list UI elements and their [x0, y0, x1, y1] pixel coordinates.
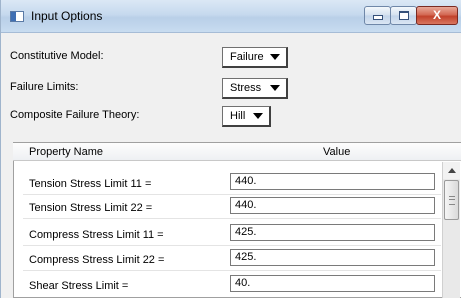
- property-name: Tension Stress Limit 11 =: [29, 178, 152, 190]
- property-name: Shear Stress Limit =: [29, 280, 129, 292]
- constitutive-model-value: Failure: [230, 51, 264, 63]
- scroll-up-arrow-icon[interactable]: [443, 162, 460, 179]
- column-header-value[interactable]: Value: [323, 146, 350, 158]
- composite-failure-theory-dropdown[interactable]: Hill: [222, 106, 271, 127]
- maximize-button[interactable]: [390, 6, 417, 25]
- property-value-field[interactable]: 440.: [230, 173, 435, 190]
- property-name: Compress Stress Limit 22 =: [29, 254, 165, 266]
- window-title: Input Options: [31, 9, 103, 23]
- failure-limits-dropdown[interactable]: Stress: [222, 78, 288, 99]
- row-divider: [23, 218, 441, 219]
- property-value-field[interactable]: 425.: [230, 224, 435, 241]
- close-icon: X: [432, 8, 441, 22]
- property-value-field[interactable]: 40.: [230, 275, 435, 292]
- title-bar[interactable]: Input Options X: [1, 0, 461, 33]
- maximize-icon: [398, 10, 409, 20]
- failure-limits-label: Failure Limits:: [10, 81, 79, 93]
- row-divider: [23, 194, 441, 195]
- row-divider: [23, 270, 441, 271]
- chevron-down-icon: [253, 113, 263, 119]
- table-header: Property Name Value: [13, 143, 461, 161]
- composite-failure-theory-value: Hill: [230, 110, 246, 122]
- vertical-scrollbar[interactable]: [442, 162, 460, 298]
- property-name: Tension Stress Limit 22 =: [29, 202, 153, 214]
- failure-limits-value: Stress: [230, 82, 262, 94]
- constitutive-model-label: Constitutive Model:: [10, 50, 104, 62]
- constitutive-model-dropdown[interactable]: Failure: [222, 47, 288, 68]
- row-divider: [23, 245, 441, 246]
- minimize-icon: [372, 15, 383, 21]
- property-value-field[interactable]: 425.: [230, 249, 435, 266]
- property-value-field[interactable]: 440.: [230, 197, 435, 214]
- minimize-button[interactable]: [364, 6, 391, 25]
- chevron-down-icon: [270, 85, 280, 91]
- property-name: Compress Stress Limit 11 =: [29, 229, 164, 241]
- input-options-window: Input Options X Constitutive Model: Fail…: [0, 0, 461, 298]
- scrollbar-thumb[interactable]: [444, 180, 459, 220]
- chevron-down-icon: [270, 54, 280, 60]
- column-header-property-name[interactable]: Property Name: [29, 146, 103, 158]
- close-button[interactable]: X: [416, 6, 458, 25]
- composite-failure-theory-label: Composite Failure Theory:: [10, 109, 140, 121]
- window-app-icon: [10, 11, 24, 22]
